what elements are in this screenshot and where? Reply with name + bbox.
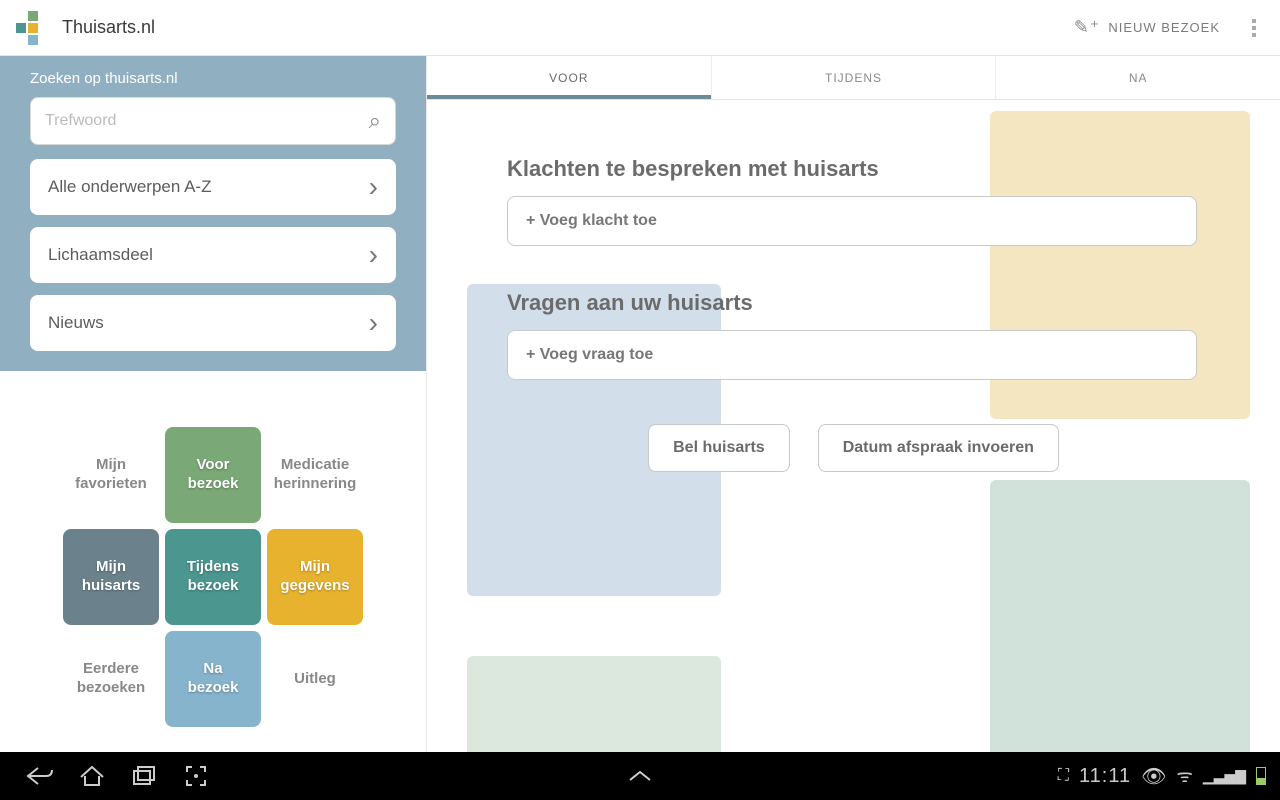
tile-mijn-huisarts[interactable]: Mijnhuisarts [63,529,159,625]
search-region: Zoeken op thuisarts.nl ⌕ Alle onderwerpe… [0,56,426,371]
add-question-label: + Voeg vraag toe [526,346,653,364]
nav-alle-onderwerpen[interactable]: Alle onderwerpen A-Z › [30,159,396,215]
section-title-vragen: Vragen aan uw huisarts [507,290,1200,316]
clock: 11:11 [1079,765,1131,788]
overflow-menu-button[interactable] [1244,11,1264,45]
nav-item-label: Alle onderwerpen A-Z [48,177,211,197]
search-input[interactable] [45,112,369,130]
add-question-button[interactable]: + Voeg vraag toe [507,330,1197,380]
sidebar: Zoeken op thuisarts.nl ⌕ Alle onderwerpe… [0,56,426,752]
back-button[interactable] [14,752,66,800]
tile-label: Nabezoek [188,660,239,698]
tile-na-bezoek[interactable]: Nabezoek [165,631,261,727]
eye-icon: 👁 [1141,764,1166,789]
tile-label: Eerderebezoeken [77,660,145,698]
new-visit-button[interactable]: ✎⁺ NIEUW BEZOEK [1074,17,1220,38]
recents-button[interactable] [118,752,170,800]
main-content: Klachten te bespreken met huisarts + Voe… [427,100,1280,472]
nav-item-label: Nieuws [48,313,104,333]
battery-icon [1256,767,1266,785]
call-gp-button[interactable]: Bel huisarts [648,424,790,472]
tile-label: Medicatieherinnering [274,456,357,494]
search-region-title: Zoeken op thuisarts.nl [30,70,396,87]
search-box[interactable]: ⌕ [30,97,396,145]
enter-appointment-date-button[interactable]: Datum afspraak invoeren [818,424,1059,472]
tab-voor[interactable]: VOOR [427,56,712,99]
tile-label: Mijnfavorieten [75,456,147,494]
tile-eerdere-bezoeken[interactable]: Eerderebezoeken [63,631,159,727]
tile-grid: Mijnfavorieten Voorbezoek Medicatieherinne… [63,427,363,752]
action-row: Bel huisarts Datum afspraak invoeren [507,424,1200,472]
call-gp-label: Bel huisarts [673,439,765,457]
tile-medicatie-herinnering[interactable]: Medicatieherinnering [267,427,363,523]
tile-label: Mijnhuisarts [82,558,140,596]
tile-label: Mijngegevens [280,558,349,596]
status-area: ⛶ 11:11 👁 ᯤ ▁▃▅▇ [1058,764,1266,789]
search-icon[interactable]: ⌕ [369,108,381,134]
screenshot-button[interactable] [170,752,222,800]
tile-label: Uitleg [294,670,336,689]
tile-voor-bezoek[interactable]: Voorbezoek [165,427,261,523]
tab-tijdens[interactable]: TIJDENS [712,56,997,99]
wifi-icon: ᯤ [1176,764,1192,788]
expand-up-button[interactable] [614,752,666,800]
new-visit-label: NIEUW BEZOEK [1108,20,1220,35]
nav-lichaamsdeel[interactable]: Lichaamsdeel › [30,227,396,283]
enter-appointment-date-label: Datum afspraak invoeren [843,439,1034,457]
add-complaint-label: + Voeg klacht toe [526,212,657,230]
tile-grid-wrap: Mijnfavorieten Voorbezoek Medicatieherinne… [0,371,426,752]
brand-title: Thuisarts.nl [62,17,155,38]
new-visit-icon: ✎⁺ [1074,17,1101,38]
section-title-klachten: Klachten te bespreken met huisarts [507,156,1200,182]
system-navbar: ⛶ 11:11 👁 ᯤ ▁▃▅▇ [0,752,1280,800]
decor-square-mint [467,656,721,752]
tile-uitleg[interactable]: Uitleg [267,631,363,727]
brand-logo [16,11,50,45]
main-panel: VOOR TIJDENS NA Klachten te bespreken me… [426,56,1280,752]
chevron-right-icon: › [369,307,378,339]
tab-bar: VOOR TIJDENS NA [427,56,1280,100]
signal-icon: ▁▃▅▇ [1203,768,1246,785]
nav-nieuws[interactable]: Nieuws › [30,295,396,351]
add-complaint-button[interactable]: + Voeg klacht toe [507,196,1197,246]
tile-label: Tijdensbezoek [187,558,239,596]
tile-tijdens-bezoek[interactable]: Tijdensbezoek [165,529,261,625]
chevron-right-icon: › [369,171,378,203]
tile-mijn-favorieten[interactable]: Mijnfavorieten [63,427,159,523]
fullscreen-icon: ⛶ [1058,767,1069,785]
tile-mijn-gegevens[interactable]: Mijngegevens [267,529,363,625]
home-button[interactable] [66,752,118,800]
app-bar: Thuisarts.nl ✎⁺ NIEUW BEZOEK [0,0,1280,56]
chevron-right-icon: › [369,239,378,271]
tab-na[interactable]: NA [996,56,1280,99]
decor-square-sage [990,480,1250,752]
tile-label: Voorbezoek [188,456,239,494]
nav-item-label: Lichaamsdeel [48,245,153,265]
